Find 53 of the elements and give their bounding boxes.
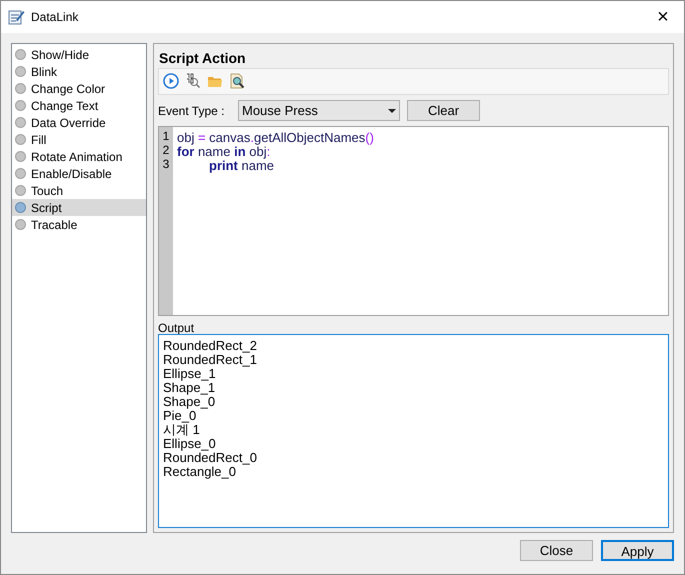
action-item[interactable]: Data Override (12, 114, 146, 131)
action-item[interactable]: Enable/Disable (12, 165, 146, 182)
window-title: DataLink (31, 9, 78, 26)
radio-icon (15, 117, 26, 128)
radio-icon (15, 83, 26, 94)
output-line: Pie_0 (163, 408, 196, 423)
line-number: 1 (162, 128, 170, 143)
event-type-dropdown[interactable]: Mouse Press (238, 100, 400, 122)
action-item[interactable]: Blink (12, 63, 146, 80)
action-item[interactable]: Show/Hide (12, 46, 146, 63)
event-type-label: Event Type : (158, 102, 226, 120)
output-line: RoundedRect_0 (163, 450, 258, 465)
action-item[interactable]: Fill (12, 131, 146, 148)
line-number: 3 (162, 156, 170, 171)
code-line: print name (208, 158, 276, 173)
code-line: obj = canvas.getAllObjectNames() (177, 130, 374, 145)
output-line: Ellipse_0 (163, 436, 217, 451)
code-line: for name in obj: (177, 144, 270, 159)
radio-icon (15, 168, 26, 179)
radio-icon (15, 134, 26, 145)
find-icon[interactable] (229, 73, 245, 90)
line-number: 2 (162, 142, 170, 157)
dialog-button[interactable]: Close (520, 540, 593, 561)
radio-icon (15, 151, 26, 162)
dialog-button[interactable]: Apply (601, 540, 674, 561)
caret-icon (388, 108, 396, 113)
radio-icon (15, 185, 26, 196)
action-item[interactable]: Change Color (12, 80, 146, 97)
radio-icon (15, 49, 26, 60)
code-editor[interactable]: 1 2 3 obj = canvas.getAllObjectNames() for name in obj: print name (158, 126, 669, 316)
action-item[interactable]: Touch (12, 182, 146, 199)
radio-icon (15, 219, 26, 230)
output-label: Output (158, 320, 196, 334)
binary-search-icon[interactable] (185, 73, 201, 90)
action-item[interactable]: Tracable (12, 216, 146, 233)
radio-icon (15, 100, 26, 111)
output-line: Ellipse_1 (163, 366, 216, 381)
output-line: 시계 1 (163, 422, 201, 437)
panel-title: Script Action (158, 49, 247, 68)
output-line: Rectangle_0 (163, 464, 236, 479)
output-line: Shape_1 (163, 380, 216, 395)
close-button[interactable]: × (648, 4, 678, 30)
action-item[interactable]: Change Text (12, 97, 146, 114)
action-item[interactable]: Rotate Animation (12, 148, 146, 165)
action-item[interactable]: Script (12, 199, 146, 216)
play-icon[interactable] (163, 73, 179, 90)
app-icon (7, 8, 25, 26)
output-line: RoundedRect_2 (163, 338, 258, 353)
radio-icon (15, 202, 26, 213)
radio-icon (15, 66, 26, 77)
output-line: RoundedRect_1 (163, 352, 258, 367)
output-line: Shape_0 (163, 394, 216, 409)
clear-button[interactable]: Clear (407, 100, 480, 122)
